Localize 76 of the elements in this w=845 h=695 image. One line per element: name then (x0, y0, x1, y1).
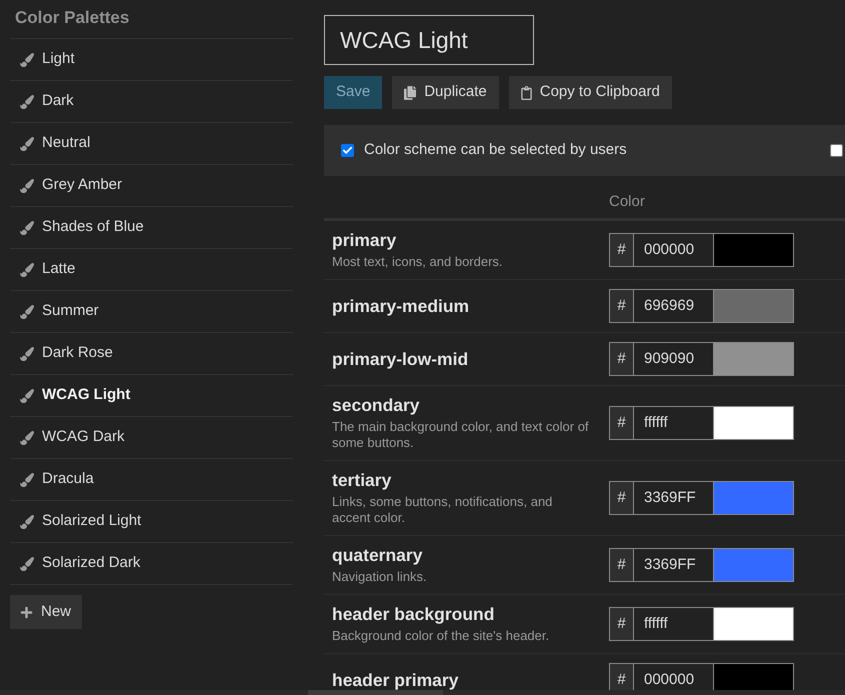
paintbrush-icon (20, 514, 34, 528)
hex-input[interactable]: ffffff (634, 607, 713, 641)
color-swatch[interactable] (713, 289, 794, 323)
palette-item[interactable]: Neutral (10, 123, 293, 165)
paintbrush-icon (20, 304, 34, 318)
hash-label: # (609, 481, 634, 515)
color-swatch[interactable] (713, 607, 794, 641)
hex-input[interactable]: 909090 (634, 342, 713, 376)
checkbox[interactable] (830, 144, 843, 157)
palette-item[interactable]: Solarized Light (10, 501, 293, 543)
palette-name-field[interactable]: WCAG Light (324, 15, 534, 65)
color-name: primary-medium (332, 296, 470, 316)
checkbox[interactable] (341, 144, 354, 157)
palette-item[interactable]: Solarized Dark (10, 543, 293, 585)
color-swatch[interactable] (713, 406, 794, 440)
hash-label: # (609, 548, 634, 582)
palette-item[interactable]: Summer (10, 291, 293, 333)
check-icon (342, 145, 353, 156)
sidebar-title: Color Palettes (15, 8, 130, 27)
paintbrush-icon (20, 472, 34, 486)
paintbrush-icon (20, 556, 34, 570)
palette-item[interactable]: WCAG Dark (10, 417, 293, 459)
hash-label: # (609, 663, 634, 690)
paintbrush-icon (20, 220, 34, 234)
color-name: primary-low-mid (332, 349, 468, 369)
color-swatch[interactable] (713, 342, 794, 376)
paintbrush-icon (20, 52, 34, 66)
color-description: Navigation links. (332, 569, 428, 585)
plus-icon (20, 606, 33, 618)
paintbrush-icon (20, 262, 34, 276)
color-name: tertiary (332, 470, 392, 490)
new-button[interactable]: New (10, 595, 82, 629)
hex-input[interactable]: 000000 (634, 233, 713, 267)
copy-icon (404, 86, 416, 100)
color-swatch[interactable] (713, 548, 794, 582)
color-description: The main background color, and text color of some buttons. (332, 419, 590, 451)
color-name: primary (332, 230, 396, 250)
duplicate-button[interactable]: Duplicate (392, 76, 499, 109)
palette-item[interactable]: Dark Rose (10, 333, 293, 375)
palette-item[interactable]: Shades of Blue (10, 207, 293, 249)
hex-input[interactable]: 696969 (634, 289, 713, 323)
paintbrush-icon (20, 346, 34, 360)
copy-button[interactable]: Copy to Clipboard (508, 76, 672, 109)
color-description: Most text, icons, and borders. (332, 254, 504, 270)
paintbrush-icon (20, 388, 34, 402)
color-swatch[interactable] (713, 481, 794, 515)
hash-label: # (609, 289, 634, 323)
paintbrush-icon (20, 178, 34, 192)
palette-item[interactable]: Dracula (10, 459, 293, 501)
hash-label: # (609, 233, 634, 267)
color-description: Background color of the site's header. (332, 628, 550, 644)
palette-item[interactable]: Grey Amber (10, 165, 293, 207)
color-description: Links, some buttons, notifications, and accent color. (332, 494, 554, 526)
hex-input[interactable]: 3369FF (634, 481, 713, 515)
hash-label: # (609, 406, 634, 440)
hash-label: # (609, 342, 634, 376)
scrollbar-thumb[interactable] (308, 690, 443, 695)
palette-item[interactable]: Dark (10, 81, 293, 123)
paintbrush-icon (20, 94, 34, 108)
color-name: quaternary (332, 545, 422, 565)
option-label: Color scheme can be selected by users (364, 140, 627, 160)
palette-item[interactable]: Latte (10, 249, 293, 291)
color-name: header background (332, 604, 494, 624)
hex-input[interactable]: 3369FF (634, 548, 713, 582)
hex-input[interactable]: ffffff (634, 406, 713, 440)
hash-label: # (609, 607, 634, 641)
paintbrush-icon (20, 430, 34, 444)
color-swatch[interactable] (713, 233, 794, 267)
color-name: secondary (332, 395, 420, 415)
paintbrush-icon (20, 136, 34, 150)
color-swatch[interactable] (713, 663, 794, 690)
color-name: header primary (332, 670, 458, 690)
clipboard-icon (520, 86, 532, 100)
palette-item[interactable]: WCAG Light (10, 375, 293, 417)
palette-item[interactable]: Light (10, 39, 293, 81)
column-header: Color (609, 193, 645, 210)
